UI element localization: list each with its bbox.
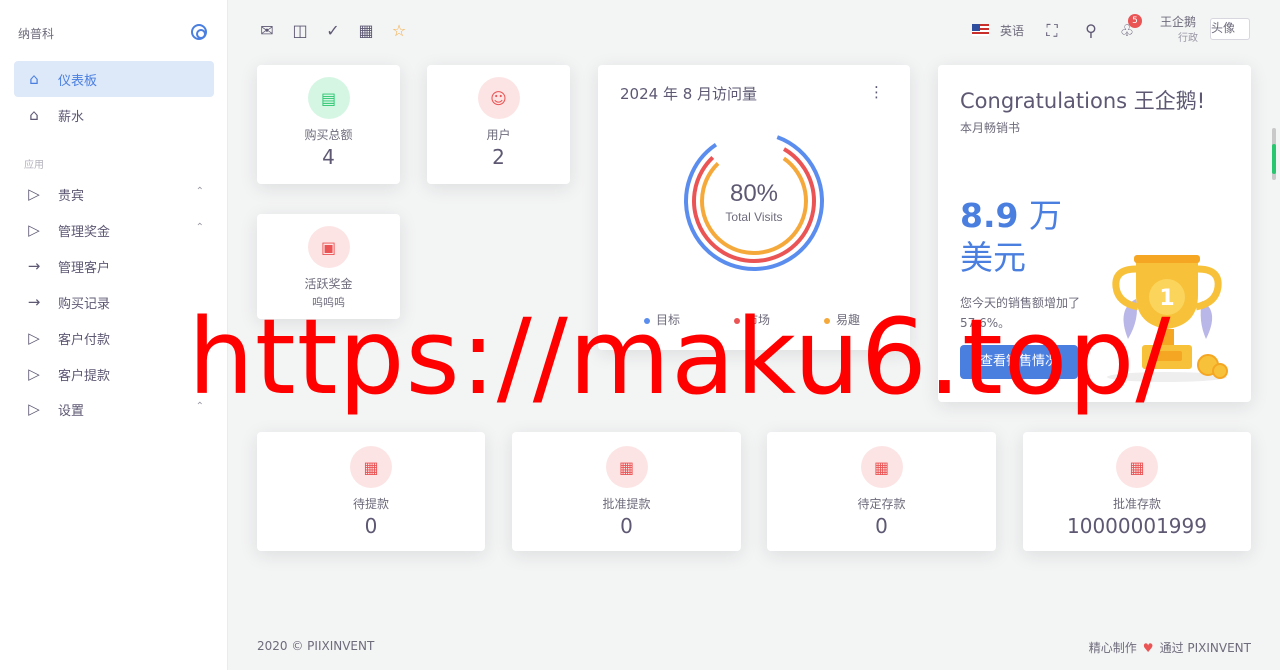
sidebar-item-label: 设置 bbox=[58, 403, 85, 419]
sidebar-item-label: 贵宾 bbox=[58, 188, 85, 204]
home-icon: ⌂ bbox=[29, 70, 39, 88]
calendar-icon: ▦ bbox=[860, 446, 903, 488]
stat-label: 购买总额 bbox=[304, 128, 353, 142]
stat-label: 用户 bbox=[486, 128, 511, 142]
congrats-subtitle: 本月畅销书 bbox=[960, 121, 1021, 135]
language-selector[interactable]: 英语 bbox=[1000, 22, 1024, 39]
visits-caption: Total Visits bbox=[725, 210, 782, 224]
home-icon: ⌂ bbox=[29, 106, 39, 124]
sidebar-item-salary[interactable]: ⌂ 薪水 bbox=[14, 97, 214, 133]
play-icon: ▷ bbox=[28, 221, 40, 239]
stat-label: 待提款 bbox=[352, 497, 389, 511]
sidebar-item-manage-customers[interactable]: → 管理客户 bbox=[14, 248, 214, 284]
mail-icon[interactable]: ✉ bbox=[258, 22, 276, 40]
more-vertical-icon[interactable]: ⋮ bbox=[869, 83, 884, 101]
amount-currency: 美元 bbox=[960, 238, 1026, 277]
fullscreen-icon[interactable]: ⛶ bbox=[1043, 22, 1061, 40]
calendar-icon: ▦ bbox=[350, 446, 392, 488]
stat-value: 10000001999 bbox=[1067, 514, 1207, 538]
chevron-up-icon: ⌃ bbox=[195, 186, 204, 197]
arrow-right-icon: → bbox=[27, 257, 41, 275]
sidebar-toggle-icon[interactable] bbox=[191, 24, 207, 40]
stat-label: 批准提款 bbox=[602, 497, 651, 511]
sidebar-item-vip[interactable]: ▷ 贵宾 ⌃ bbox=[14, 176, 214, 212]
footer-credit-prefix: 精心制作 bbox=[1088, 641, 1137, 655]
approved-deposit-card: ▦ 批准存款 10000001999 bbox=[1023, 432, 1251, 551]
calendar-icon: ▦ bbox=[1116, 446, 1158, 488]
footer-copyright: 2020 © PIIXINVENT bbox=[257, 639, 375, 653]
stat-value: 4 bbox=[322, 145, 335, 169]
sidebar-item-purchase-records[interactable]: → 购买记录 bbox=[14, 284, 214, 320]
congrats-title: Congratulations 王企鹅! bbox=[960, 89, 1206, 113]
chevron-up-icon: ⌃ bbox=[195, 222, 204, 233]
sidebar-item-label: 管理奖金 bbox=[58, 224, 111, 240]
sidebar-item-manage-bonus[interactable]: ▷ 管理奖金 ⌃ bbox=[14, 212, 214, 248]
sidebar-item-label: 客户提款 bbox=[58, 368, 111, 384]
avatar[interactable]: 头像 bbox=[1210, 18, 1250, 40]
scrollbar[interactable] bbox=[1272, 128, 1276, 180]
heart-icon: ♥ bbox=[1142, 641, 1154, 655]
footer-credit-suffix[interactable]: 通过 PIXINVENT bbox=[1160, 641, 1251, 655]
sidebar-item-label: 薪水 bbox=[58, 109, 85, 125]
brand-name[interactable]: 纳普科 bbox=[18, 25, 54, 42]
star-icon[interactable]: ☆ bbox=[390, 22, 408, 40]
users-card: ☺ 用户 2 bbox=[427, 65, 570, 184]
sidebar-item-label: 购买记录 bbox=[58, 296, 111, 312]
stat-label: 活跃奖金 bbox=[304, 277, 353, 291]
search-icon[interactable]: ⚲ bbox=[1082, 22, 1100, 40]
pending-withdrawal-card: ▦ 待提款 0 bbox=[257, 432, 485, 551]
sidebar-item-customer-withdrawal[interactable]: ▷ 客户提款 bbox=[14, 356, 214, 392]
user-icon: ☺ bbox=[477, 77, 520, 119]
stat-label: 待定存款 bbox=[857, 497, 906, 511]
us-flag-icon[interactable] bbox=[972, 24, 989, 36]
calendar-icon: ▦ bbox=[605, 446, 648, 488]
visits-radial-chart: 80% Total Visits bbox=[684, 131, 824, 271]
play-icon: ▷ bbox=[28, 365, 40, 383]
stat-label: 批准存款 bbox=[1112, 497, 1161, 511]
stat-value: 0 bbox=[875, 514, 888, 538]
calendar-icon[interactable]: ▦ bbox=[357, 22, 375, 40]
chat-icon[interactable]: ◫ bbox=[291, 22, 309, 40]
sidebar-item-dashboard[interactable]: ⌂ 仪表板 bbox=[14, 61, 214, 97]
footer-credit: 精心制作 ♥ 通过 PIXINVENT bbox=[1089, 639, 1251, 656]
purchase-total-card: ▤ 购买总额 4 bbox=[257, 65, 400, 184]
arrow-right-icon: → bbox=[27, 293, 41, 311]
play-icon: ▷ bbox=[28, 329, 40, 347]
stat-value: 2 bbox=[492, 145, 505, 169]
shopping-bag-icon: ▣ bbox=[307, 226, 350, 268]
check-circle-icon[interactable]: ✓ bbox=[324, 22, 342, 40]
visits-percent: 80% bbox=[730, 180, 778, 207]
user-role: 行政 bbox=[1178, 33, 1198, 44]
amount-number: 8.9 bbox=[960, 196, 1019, 235]
visits-title: 2024 年 8 月访问量 bbox=[620, 85, 758, 103]
sidebar-item-settings[interactable]: ▷ 设置 ⌃ bbox=[14, 391, 214, 427]
user-name[interactable]: 王企鹅 bbox=[1160, 13, 1196, 30]
stat-value: 0 bbox=[620, 514, 633, 538]
play-icon: ▷ bbox=[28, 400, 40, 418]
sidebar-item-label: 管理客户 bbox=[58, 260, 111, 276]
sidebar-item-customer-payment[interactable]: ▷ 客户付款 bbox=[14, 320, 214, 356]
stat-value: 0 bbox=[364, 514, 378, 538]
watermark-url: https://maku6.top/ bbox=[188, 296, 1172, 418]
briefcase-icon: ▤ bbox=[307, 77, 350, 119]
sidebar-item-label: 仪表板 bbox=[58, 73, 98, 89]
play-icon: ▷ bbox=[28, 185, 40, 203]
approved-withdrawal-card: ▦ 批准提款 0 bbox=[512, 432, 741, 551]
amount-unit: 万 bbox=[1028, 196, 1062, 235]
notification-badge: 5 bbox=[1128, 14, 1142, 28]
pending-deposit-card: ▦ 待定存款 0 bbox=[767, 432, 996, 551]
sidebar-section-label: 应用 bbox=[24, 160, 44, 171]
sidebar-item-label: 客户付款 bbox=[58, 332, 111, 348]
